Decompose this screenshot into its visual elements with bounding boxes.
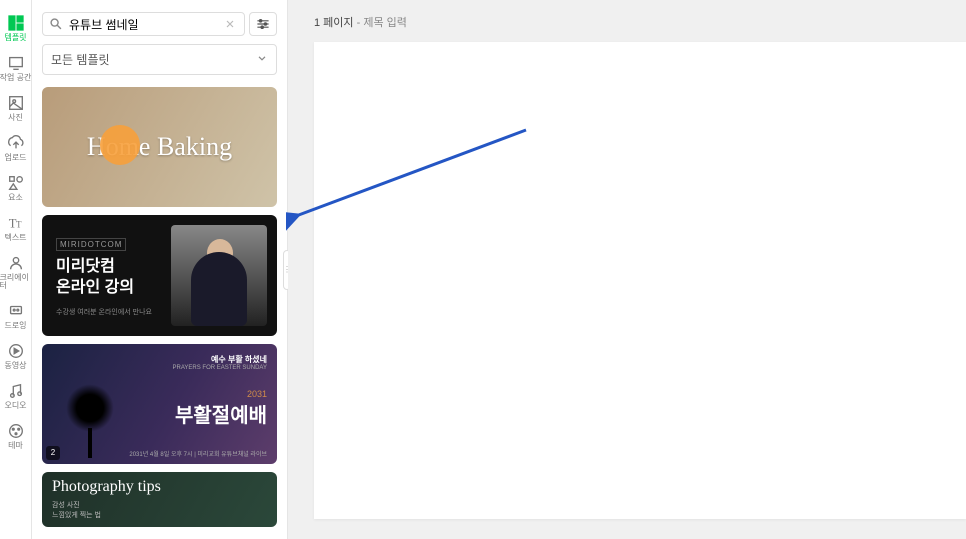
rail-label: 템플릿 <box>4 34 26 42</box>
template-title-1: 미리닷컴 <box>56 258 115 275</box>
rail-item-elements[interactable]: 요소 <box>0 168 32 208</box>
template-title: Photography tips <box>52 478 267 496</box>
rail-item-creator[interactable]: 크리에이터 <box>0 248 32 296</box>
drawing-icon <box>7 302 25 320</box>
rail-label: 크리에이터 <box>0 274 32 290</box>
theme-icon <box>7 422 25 440</box>
template-card[interactable]: 예수 부활 하셨네 PRAYERS FOR EASTER SUNDAY 2031… <box>42 344 277 464</box>
template-brand: MIRIDOTCOM <box>56 238 126 251</box>
search-row <box>42 12 277 36</box>
canvas-page[interactable] <box>314 42 966 519</box>
template-icon <box>7 14 25 32</box>
template-year: 2031 <box>173 389 267 399</box>
template-subtitle: 수강생 여러분 온라인에서 만나요 <box>56 307 167 317</box>
rail-label: 작업 공간 <box>0 74 31 82</box>
video-icon <box>7 342 25 360</box>
elements-icon <box>7 174 25 192</box>
rail-item-audio[interactable]: 오디오 <box>0 376 32 416</box>
rail-item-photo[interactable]: 사진 <box>0 88 32 128</box>
template-title-2: 온라인 강의 <box>56 279 134 296</box>
template-bottom-text: 2031년 4월 8일 오후 7시 | 미리교회 유튜브채널 라이브 <box>129 449 267 458</box>
page-number: 1 페이지 <box>314 17 354 29</box>
page-title-placeholder: 제목 입력 <box>363 17 407 29</box>
rail-label: 드로잉 <box>4 322 26 330</box>
template-sub-small: PRAYERS FOR EASTER SUNDAY <box>173 365 267 371</box>
search-icon <box>49 17 63 31</box>
canvas-area: 1 페이지 - 제목 입력 <box>288 0 966 539</box>
rail-label: 동영상 <box>4 362 26 370</box>
upload-icon <box>7 134 25 152</box>
filter-button[interactable] <box>249 12 277 36</box>
rail-label: 테마 <box>8 442 23 450</box>
template-card[interactable]: MIRIDOTCOM 미리닷컴온라인 강의 수강생 여러분 온라인에서 만나요 <box>42 215 277 335</box>
rail-label: 텍스트 <box>4 234 26 242</box>
search-input[interactable] <box>69 17 224 31</box>
rail-label: 요소 <box>8 194 23 202</box>
photo-icon <box>7 94 25 112</box>
search-box[interactable] <box>42 12 245 36</box>
page-label[interactable]: 1 페이지 - 제목 입력 <box>314 14 407 30</box>
chevron-down-icon <box>256 52 268 67</box>
clear-icon[interactable] <box>224 17 238 31</box>
text-icon: TT <box>7 214 25 232</box>
rail-item-theme[interactable]: 테마 <box>0 416 32 456</box>
rail-label: 오디오 <box>4 402 26 410</box>
rail-item-text[interactable]: TT 텍스트 <box>0 208 32 248</box>
sliders-icon <box>255 16 271 32</box>
template-filter-dropdown[interactable]: 모든 템플릿 <box>42 44 277 75</box>
person-illustration <box>171 225 267 325</box>
svg-text:T: T <box>16 220 22 230</box>
template-sub2: 느낌있게 찍는 법 <box>52 512 101 519</box>
workspace-icon <box>7 54 25 72</box>
page-count-badge: 2 <box>46 446 60 460</box>
left-rail: 템플릿 작업 공간 사진 업로드 요소 TT 텍스트 크리에이터 드로잉 동영상… <box>0 0 32 539</box>
rail-label: 사진 <box>8 114 23 122</box>
template-main: 부활절예배 <box>173 399 267 428</box>
audio-icon <box>7 382 25 400</box>
creator-icon <box>7 254 25 272</box>
rail-item-drawing[interactable]: 드로잉 <box>0 296 32 336</box>
template-sub1: 감성 사진 <box>52 502 80 509</box>
dropdown-label: 모든 템플릿 <box>51 51 110 68</box>
template-list: Home Baking MIRIDOTCOM 미리닷컴온라인 강의 수강생 여러… <box>42 87 277 527</box>
rail-item-video[interactable]: 동영상 <box>0 336 32 376</box>
tree-silhouette <box>60 378 120 458</box>
template-card[interactable]: Photography tips 감성 사진느낌있게 찍는 법 <box>42 472 277 527</box>
rail-item-workspace[interactable]: 작업 공간 <box>0 48 32 88</box>
template-card[interactable]: Home Baking <box>42 87 277 207</box>
rail-label: 업로드 <box>4 154 26 162</box>
rail-item-template[interactable]: 템플릿 <box>0 8 32 48</box>
decorative-circle <box>100 125 140 165</box>
rail-item-upload[interactable]: 업로드 <box>0 128 32 168</box>
template-heading-small: 예수 부활 하셨네 <box>173 354 267 365</box>
template-panel: 모든 템플릿 Home Baking MIRIDOTCOM 미리닷컴온라인 강의… <box>32 0 288 539</box>
